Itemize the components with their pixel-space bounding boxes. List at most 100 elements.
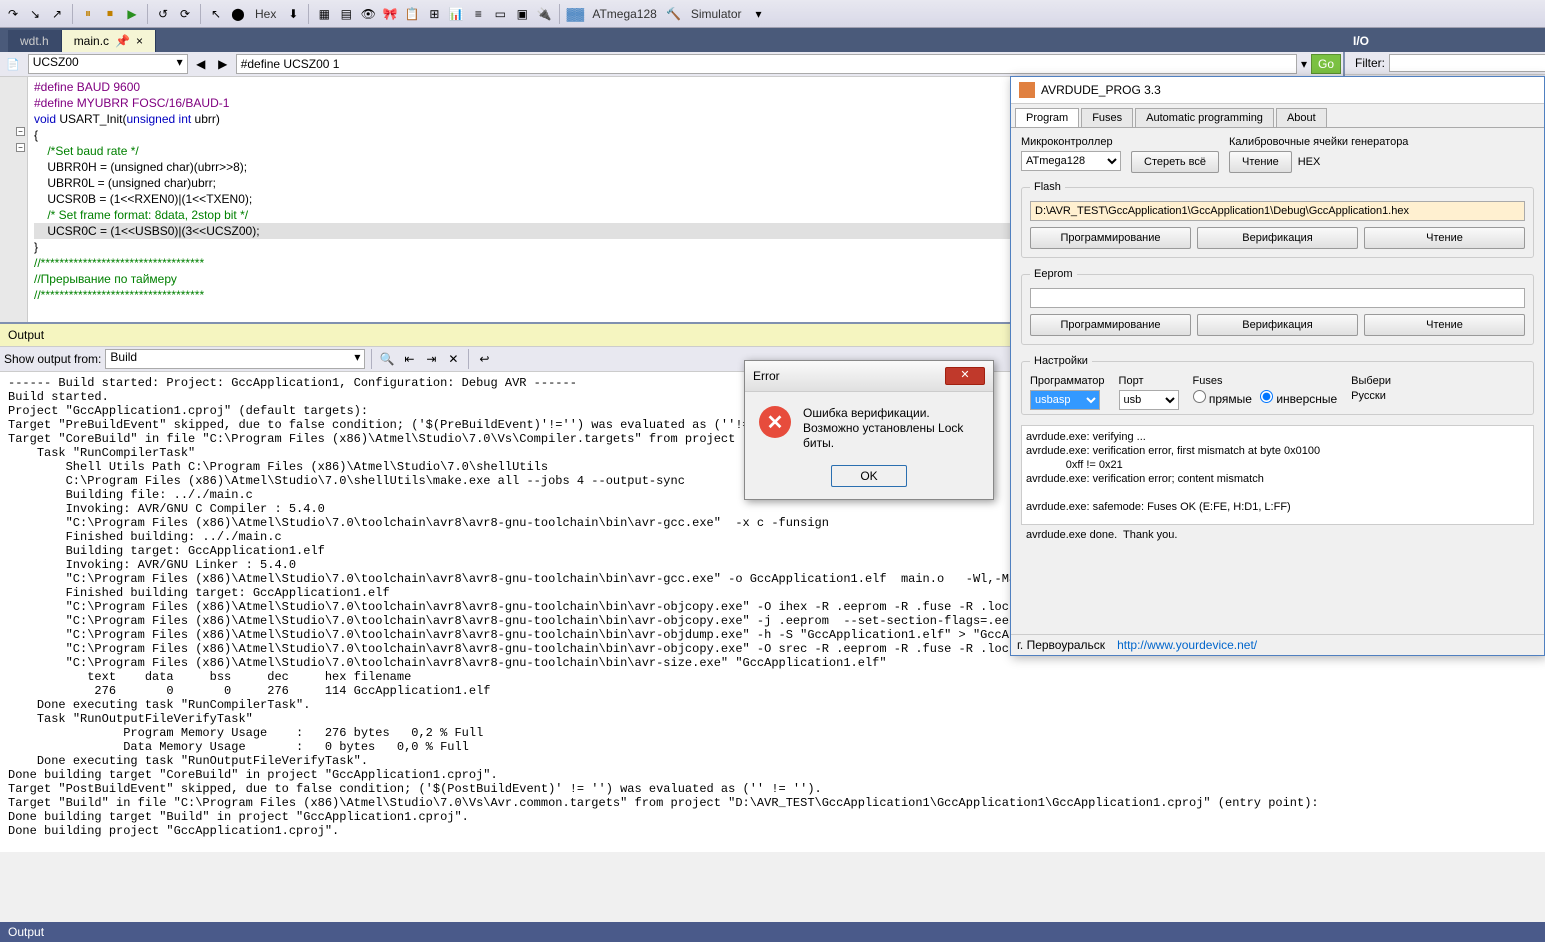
collapse-toggle[interactable]: − <box>16 143 25 152</box>
step-into-icon[interactable]: ↘ <box>26 5 44 23</box>
tab-wdt[interactable]: wdt.h <box>8 30 62 52</box>
symbol-value: UCSZ00 <box>33 55 79 69</box>
dropdown-icon[interactable]: ▾ <box>750 5 768 23</box>
mcu-select[interactable]: ATmega128 <box>1021 151 1121 171</box>
fuses-inverse-radio[interactable]: инверсные <box>1260 390 1337 406</box>
separator <box>308 4 309 24</box>
avrdude-title-text: AVRDUDE_PROG 3.3 <box>1041 83 1161 97</box>
next-icon[interactable]: ⇥ <box>422 350 440 368</box>
symbol-combo[interactable]: UCSZ00 ▾ <box>28 54 188 74</box>
memory-icon[interactable]: ▦ <box>315 5 333 23</box>
watch-icon[interactable]: 👁 <box>359 5 377 23</box>
wrap-icon[interactable]: ↩ <box>475 350 493 368</box>
device-name[interactable]: ATmega128 <box>588 7 660 21</box>
flash-verify-button[interactable]: Верификация <box>1197 227 1358 249</box>
reset-icon[interactable]: ↺ <box>154 5 172 23</box>
dialog-title: Error <box>753 369 780 383</box>
dialog-titlebar[interactable]: Error ✕ <box>745 361 993 392</box>
device-icon[interactable]: 🔌 <box>535 5 553 23</box>
status-bar: Output <box>0 922 1545 942</box>
step-over-icon[interactable]: ↷ <box>4 5 22 23</box>
tab-label: main.c <box>74 34 109 48</box>
eeprom-path-input[interactable] <box>1030 288 1525 308</box>
filter-label: Filter: <box>1355 56 1385 70</box>
flash-path-input[interactable] <box>1030 201 1525 221</box>
dialog-message: Ошибка верификации. Возможно установлены… <box>803 406 979 451</box>
stop-icon[interactable]: ⏹ <box>101 5 119 23</box>
stack-icon[interactable]: ≡ <box>469 5 487 23</box>
tab-main[interactable]: main.c 📌 × <box>62 30 156 52</box>
flash-read-button[interactable]: Чтение <box>1364 227 1525 249</box>
eeprom-legend: Eeprom <box>1030 268 1077 280</box>
calib-label: Калибровочные ячейки генератора <box>1229 136 1408 148</box>
avrdude-titlebar[interactable]: AVRDUDE_PROG 3.3 <box>1011 77 1544 104</box>
restart-icon[interactable]: ⟳ <box>176 5 194 23</box>
tab-label: wdt.h <box>20 34 49 48</box>
cursor-icon[interactable]: ↖ <box>207 5 225 23</box>
nav-back-icon[interactable]: ◀ <box>192 55 210 73</box>
read-calib-button[interactable]: Чтение <box>1229 151 1292 173</box>
flash-program-button[interactable]: Программирование <box>1030 227 1191 249</box>
gutter <box>0 77 28 322</box>
settings-group: Настройки Программатор usbasp Порт usb F… <box>1021 355 1534 415</box>
tab-about[interactable]: About <box>1276 108 1327 127</box>
settings-legend: Настройки <box>1030 355 1092 367</box>
hex-label[interactable]: Hex <box>251 7 280 21</box>
pause-icon[interactable]: ⏸ <box>79 5 97 23</box>
define-text: #define UCSZ00 1 <box>241 57 340 71</box>
tab-program[interactable]: Program <box>1015 108 1079 127</box>
erase-button[interactable]: Стереть всё <box>1131 151 1219 173</box>
close-button[interactable]: ✕ <box>945 367 985 385</box>
separator <box>559 4 560 24</box>
play-icon[interactable]: ▶ <box>123 5 141 23</box>
error-line2: Возможно установлены Lock биты. <box>803 421 979 451</box>
programmer-select[interactable]: usbasp <box>1030 390 1100 410</box>
nav-fwd-icon[interactable]: ▶ <box>214 55 232 73</box>
tab-auto[interactable]: Automatic programming <box>1135 108 1274 127</box>
io-toolbar: Filter: <box>1345 52 1545 75</box>
chip-icon[interactable]: ▓▓ <box>566 5 584 23</box>
avrdude-app-icon <box>1019 82 1035 98</box>
find-icon[interactable]: 🔍 <box>378 350 396 368</box>
go-button[interactable]: Go <box>1311 54 1341 74</box>
ribbon-icon[interactable]: 🎀 <box>381 5 399 23</box>
error-line1: Ошибка верификации. <box>803 406 979 421</box>
avrdude-log[interactable]: avrdude.exe: verifying ... avrdude.exe: … <box>1021 425 1534 525</box>
breakpoint-icon[interactable]: ⬤ <box>229 5 247 23</box>
terminal-icon[interactable]: ▣ <box>513 5 531 23</box>
io-view-icon[interactable]: ⊞ <box>425 5 443 23</box>
registers-icon[interactable]: ▤ <box>337 5 355 23</box>
port-label: Порт <box>1119 375 1179 387</box>
status-url[interactable]: http://www.yourdevice.net/ <box>1117 638 1257 652</box>
eeprom-program-button[interactable]: Программирование <box>1030 314 1191 336</box>
clear-icon[interactable]: ✕ <box>444 350 462 368</box>
locals-icon[interactable]: 📊 <box>447 5 465 23</box>
fuses-direct-radio[interactable]: прямые <box>1193 390 1252 406</box>
tool-icon[interactable]: ⬇ <box>284 5 302 23</box>
eeprom-read-button[interactable]: Чтение <box>1364 314 1525 336</box>
output-icon[interactable]: ▭ <box>491 5 509 23</box>
port-select[interactable]: usb <box>1119 390 1179 410</box>
hammer-icon[interactable]: 🔨 <box>665 5 683 23</box>
programmer-label: Программатор <box>1030 375 1105 387</box>
tool-name[interactable]: Simulator <box>687 7 746 21</box>
russian-label: Русски <box>1351 390 1391 402</box>
pin-icon[interactable]: 📌 <box>115 34 130 48</box>
mcu-label: Микроконтроллер <box>1021 136 1121 148</box>
document-tabs: wdt.h main.c📌× I/O <box>0 28 1545 52</box>
define-bar[interactable]: #define UCSZ00 1 <box>236 54 1297 74</box>
prev-icon[interactable]: ⇤ <box>400 350 418 368</box>
code-header: 📄 UCSZ00 ▾ ◀ ▶ #define UCSZ00 1 ▾ Go <box>0 52 1343 77</box>
output-source-combo[interactable]: Build▾ <box>105 349 365 369</box>
close-icon[interactable]: × <box>136 34 143 48</box>
filter-input[interactable] <box>1389 54 1545 72</box>
step-out-icon[interactable]: ↗ <box>48 5 66 23</box>
show-output-label: Show output from: <box>4 352 101 366</box>
eeprom-verify-button[interactable]: Верификация <box>1197 314 1358 336</box>
avrdude-tabs: Program Fuses Automatic programming Abou… <box>1011 104 1544 128</box>
disasm-icon[interactable]: 📋 <box>403 5 421 23</box>
tab-fuses[interactable]: Fuses <box>1081 108 1133 127</box>
ok-button[interactable]: OK <box>831 465 906 487</box>
collapse-toggle[interactable]: − <box>16 127 25 136</box>
separator <box>200 4 201 24</box>
